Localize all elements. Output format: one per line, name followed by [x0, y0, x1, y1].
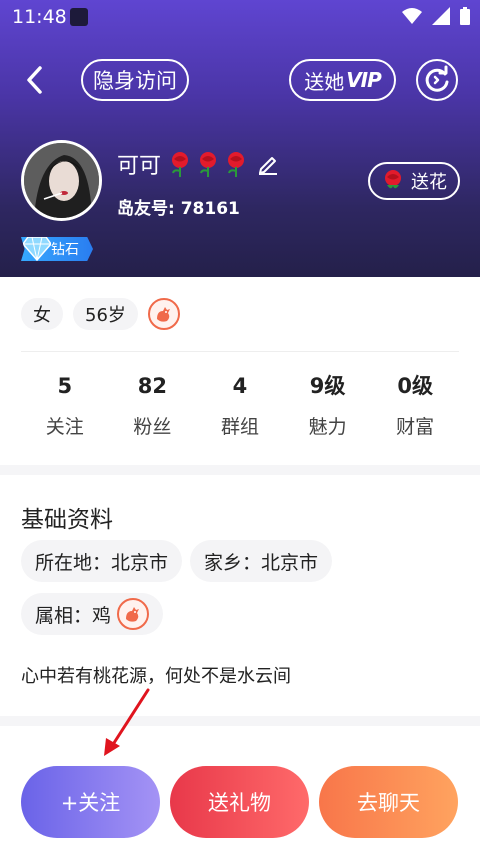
avatar[interactable]	[21, 140, 102, 221]
signal-icon	[432, 7, 450, 25]
zodiac-label: 属相：鸡	[35, 604, 112, 627]
profile-header	[0, 0, 480, 277]
zodiac-pill: 属相：鸡	[21, 593, 164, 635]
send-vip-button[interactable]: 送她 VIP	[289, 59, 396, 101]
avatar-image	[24, 143, 99, 218]
age-tag: 56岁	[73, 298, 138, 330]
stat-following[interactable]: 5 关注	[21, 370, 109, 439]
status-bar: 11:48	[0, 0, 480, 34]
diamond-badge-label: 钻石	[51, 242, 79, 258]
flower-icon	[385, 170, 401, 189]
stat-label: 关注	[45, 416, 84, 438]
stat-label: 魅力	[308, 416, 347, 438]
rooster-icon	[147, 298, 180, 330]
stat-label: 群组	[220, 416, 259, 438]
profile-name: 可可	[117, 154, 162, 179]
notification-icon	[70, 8, 88, 26]
rose-icon	[228, 152, 245, 177]
rose-list	[169, 151, 247, 177]
chat-label: 去聊天	[357, 791, 420, 815]
stat-value: 4	[232, 374, 248, 398]
status-time: 11:48	[12, 6, 67, 28]
section-separator	[0, 716, 480, 726]
diamond-icon	[23, 237, 51, 261]
basic-info-title: 基础资料	[21, 507, 113, 533]
refresh-button[interactable]	[416, 59, 458, 101]
stat-value: 9级	[309, 374, 346, 398]
wifi-icon	[402, 8, 422, 24]
stat-fans[interactable]: 82 粉丝	[109, 370, 197, 439]
location-pill: 所在地：北京市	[21, 540, 183, 582]
rooster-icon	[117, 598, 150, 630]
hidden-visit-label: 隐身访问	[93, 69, 177, 93]
stat-value: 0级	[397, 374, 433, 398]
send-flower-label: 送花	[411, 172, 447, 193]
send-flower-button[interactable]: 送花	[368, 162, 460, 200]
basic-info-row: 属相：鸡	[21, 593, 164, 635]
stat-label: 粉丝	[133, 416, 172, 438]
stats-row: 5 关注 82 粉丝 4 群组 9级 魅力 0级 财富	[21, 370, 459, 439]
stat-groups[interactable]: 4 群组	[196, 370, 284, 439]
rose-icon	[172, 152, 189, 177]
send-vip-prefix: 送她	[304, 69, 345, 94]
gender-tag: 女	[21, 298, 63, 330]
chat-button[interactable]: 去聊天	[319, 766, 458, 838]
refresh-icon	[425, 65, 449, 92]
stat-label: 财富	[396, 416, 435, 438]
island-id: 岛友号: 78161	[117, 199, 240, 219]
stat-value: 5	[57, 374, 73, 398]
back-button[interactable]	[18, 60, 54, 100]
follow-label: +关注	[60, 791, 121, 815]
profile-name-row: 可可	[117, 148, 279, 180]
stat-charm[interactable]: 9级 魅力	[284, 370, 372, 439]
follow-button[interactable]: +关注	[21, 766, 160, 838]
signature-text: 心中若有桃花源，何处不是水云间	[21, 666, 291, 687]
stat-value: 82	[137, 374, 167, 398]
battery-icon	[460, 7, 470, 25]
divider	[21, 351, 459, 352]
chevron-left-icon	[27, 66, 42, 94]
profile-tags: 女 56岁	[21, 298, 180, 330]
stat-wealth[interactable]: 0级 财富	[371, 370, 459, 439]
rose-icon	[200, 152, 217, 177]
section-separator	[0, 465, 480, 475]
edit-icon[interactable]	[257, 153, 279, 175]
diamond-level-badge: 钻石	[21, 237, 93, 261]
basic-info-row: 所在地：北京市 家乡：北京市	[21, 540, 333, 582]
send-gift-button[interactable]: 送礼物	[170, 766, 309, 838]
gift-label: 送礼物	[208, 791, 271, 815]
send-vip-suffix: VIP	[346, 68, 382, 92]
annotation-arrow-icon	[104, 688, 150, 756]
hidden-visit-button[interactable]: 隐身访问	[81, 59, 189, 101]
hometown-pill: 家乡：北京市	[190, 540, 333, 582]
system-icons	[402, 7, 470, 25]
